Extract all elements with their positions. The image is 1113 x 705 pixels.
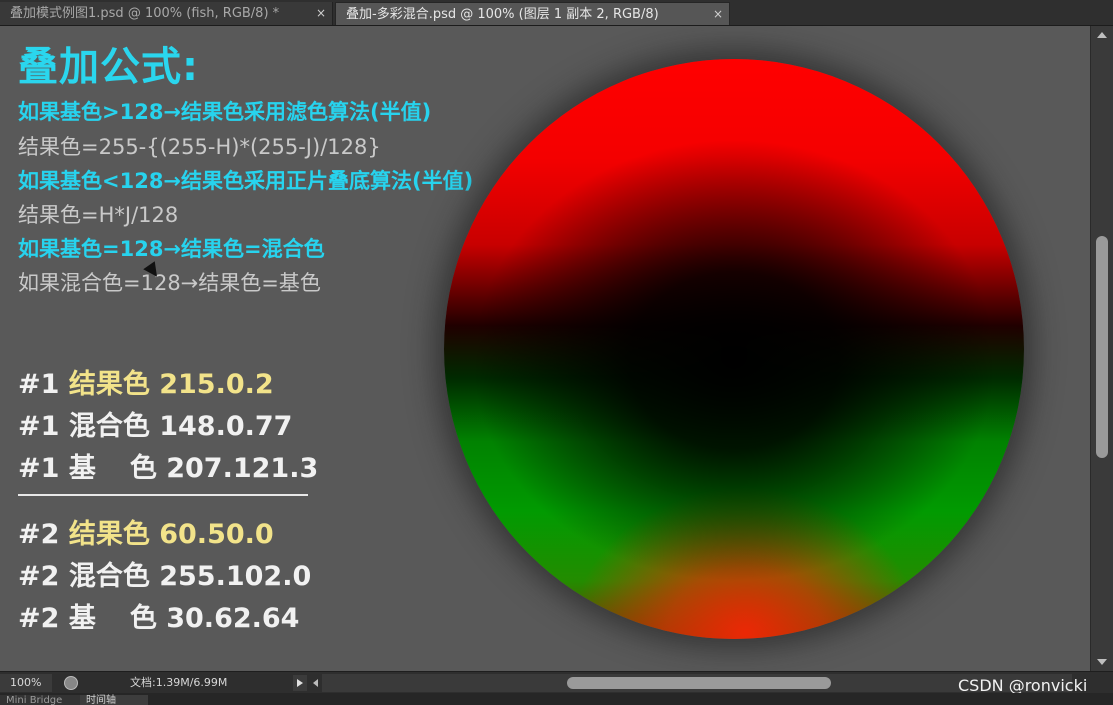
tab-overlay-example-1[interactable]: 叠加模式例图1.psd @ 100% (fish, RGB/8) * ×	[0, 2, 333, 25]
rule-multiply-condition: 如果基色<128→结果色采用正片叠底算法(半值)	[18, 169, 474, 193]
scroll-down-icon[interactable]	[1097, 659, 1107, 665]
example-label: 混合色	[68, 411, 150, 442]
rule-equal-base: 如果基色=128→结果色=混合色	[18, 237, 325, 261]
example-prefix: #2	[18, 603, 60, 634]
example-prefix: #1	[18, 453, 60, 484]
scroll-up-icon[interactable]	[1097, 32, 1107, 38]
document-size-info: 文档:1.39M/6.99M	[130, 676, 228, 689]
example-value: 207.121.3	[166, 453, 319, 484]
zoom-icon[interactable]	[64, 676, 78, 690]
page-title: 叠加公式:	[18, 44, 199, 90]
vertical-scroll-thumb[interactable]	[1096, 236, 1108, 458]
scroll-left-icon[interactable]	[313, 679, 318, 687]
example-label: 结果色	[68, 369, 150, 400]
example2-base: #2 基 色 30.62.64	[18, 596, 299, 635]
tab-label: 叠加-多彩混合.psd @ 100% (图层 1 副本 2, RGB/8)	[346, 7, 659, 22]
status-menu-arrow-icon[interactable]	[293, 675, 307, 691]
horizontal-scroll-thumb[interactable]	[567, 677, 831, 689]
document-tab-bar: 叠加模式例图1.psd @ 100% (fish, RGB/8) * × 叠加-…	[0, 0, 1113, 26]
document-canvas[interactable]: 叠加公式: 如果基色>128→结果色采用滤色算法(半值) 结果色=255-{(2…	[0, 26, 1090, 671]
rule-screen-formula: 结果色=255-{(255-H)*(255-J)/128}	[18, 135, 381, 159]
example-label-b: 色	[129, 603, 157, 634]
rule-equal-blend: 如果混合色=128→结果色=基色	[18, 271, 321, 295]
tab-mini-bridge[interactable]: Mini Bridge	[0, 695, 80, 705]
rule-multiply-formula: 结果色=H*J/128	[18, 203, 179, 227]
close-icon[interactable]: ×	[713, 3, 723, 26]
example2-result: #2 结果色 60.50.0	[18, 512, 274, 551]
example-label-a: 基	[68, 453, 96, 484]
zoom-level-field[interactable]: 100%	[0, 674, 52, 692]
example1-base: #1 基 色 207.121.3	[18, 446, 318, 485]
example-label-a: 基	[68, 603, 96, 634]
rule-screen-condition: 如果基色>128→结果色采用滤色算法(半值)	[18, 100, 432, 124]
example-prefix: #1	[18, 369, 60, 400]
example-value: 215.0.2	[159, 369, 274, 400]
example2-blend: #2 混合色 255.102.0	[18, 554, 311, 593]
tab-label: 叠加模式例图1.psd @ 100% (fish, RGB/8) *	[10, 6, 280, 21]
status-bar: 100% 文档:1.39M/6.99M CSDN @ronvicki	[0, 671, 1113, 695]
example-value: 60.50.0	[159, 519, 274, 550]
example-prefix: #1	[18, 411, 60, 442]
bottom-panel-tabs: Mini Bridge 时间轴	[0, 693, 1113, 705]
example-label-b: 色	[129, 453, 157, 484]
tab-timeline[interactable]: 时间轴	[80, 695, 148, 705]
tab-overlay-color-mix[interactable]: 叠加-多彩混合.psd @ 100% (图层 1 副本 2, RGB/8) ×	[335, 2, 730, 25]
example-label: 结果色	[68, 519, 150, 550]
close-icon[interactable]: ×	[316, 2, 326, 25]
example1-blend: #1 混合色 148.0.77	[18, 404, 292, 443]
example-label: 混合色	[68, 561, 150, 592]
example-value: 148.0.77	[159, 411, 293, 442]
example-value: 255.102.0	[159, 561, 312, 592]
gradient-sphere-image	[444, 59, 1024, 639]
example-prefix: #2	[18, 561, 60, 592]
example-prefix: #2	[18, 519, 60, 550]
vertical-scrollbar[interactable]	[1090, 26, 1113, 671]
example-value: 30.62.64	[166, 603, 300, 634]
section-divider	[18, 494, 308, 496]
example1-result: #1 结果色 215.0.2	[18, 362, 274, 401]
